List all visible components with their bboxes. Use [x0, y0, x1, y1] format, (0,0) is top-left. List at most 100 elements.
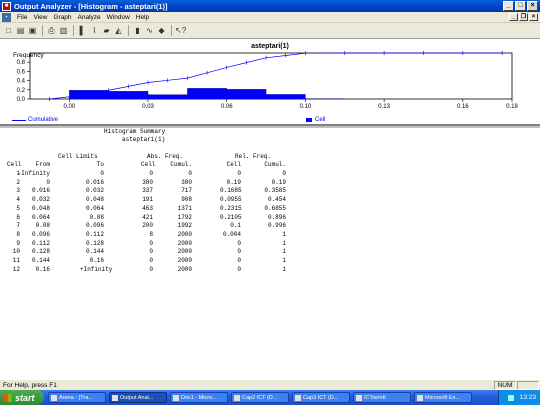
status-message: For Help, press F1: [3, 381, 57, 389]
task-output-analyzer[interactable]: Output Anal...: [109, 392, 167, 403]
table-cell: 8: [149, 230, 153, 238]
task-arena[interactable]: Arena - [Tra...: [48, 392, 106, 403]
table-cell: 1792: [177, 213, 192, 221]
app-icon[interactable]: ■: [2, 1, 11, 11]
column-header: To: [96, 161, 104, 168]
menu-bar: ▪ File View Graph Analyze Window Help _ …: [0, 12, 540, 23]
task-label: Cap2 ICT (D...: [242, 394, 278, 401]
table-cell: 380: [181, 178, 192, 186]
table-cell: 2000: [177, 257, 192, 264]
y-tick-label: 0.8: [17, 60, 26, 66]
document-restore-button[interactable]: ❐: [519, 13, 528, 21]
column-header: Cumul.: [170, 161, 192, 168]
menu-help[interactable]: Help: [133, 14, 152, 21]
task-excel[interactable]: Microsoft Ex...: [414, 392, 472, 403]
table-cell: 0: [46, 178, 50, 186]
document-icon[interactable]: ▪: [2, 12, 11, 22]
open-icon[interactable]: ▤: [15, 25, 26, 36]
minimize-button[interactable]: _: [503, 1, 514, 11]
table-cell: 908: [181, 196, 192, 204]
area-chart-icon[interactable]: ▰: [101, 25, 112, 36]
table-cell: 1: [282, 230, 286, 238]
table-cell: 0: [149, 257, 153, 264]
table-cell: 0: [149, 265, 153, 273]
title-bar[interactable]: ■ Output Analyzer - [Histogram - astepta…: [0, 0, 540, 12]
table-cell: 0.0955: [220, 196, 242, 204]
status-pane: [517, 380, 539, 390]
x-tick-label: 0.16: [457, 104, 469, 110]
word-app-icon: [295, 394, 301, 401]
start-button[interactable]: start: [0, 390, 44, 405]
table-cell: 1992: [177, 222, 192, 230]
table-cell: 0.016: [85, 178, 104, 186]
help-pointer-icon[interactable]: ↖?: [175, 25, 186, 36]
x-tick-label: 0.10: [300, 104, 312, 110]
x-tick-label: 0.13: [378, 104, 390, 110]
table-cell: 0: [149, 239, 153, 247]
document-close-button[interactable]: ×: [529, 13, 538, 21]
menu-window[interactable]: Window: [104, 14, 133, 21]
line-chart-icon[interactable]: ⌇: [89, 25, 100, 36]
system-tray: 13:23: [498, 390, 540, 405]
table-cell: 0.1685: [220, 187, 242, 195]
point-icon[interactable]: ◆: [156, 25, 167, 36]
menu-file[interactable]: File: [14, 14, 30, 21]
table-cell: 191: [142, 196, 153, 204]
tray-icon[interactable]: [507, 394, 514, 401]
task-ictsemii[interactable]: ICTsemII: [353, 392, 411, 403]
new-icon[interactable]: □: [3, 25, 14, 36]
menu-analyze[interactable]: Analyze: [75, 14, 104, 21]
table-cell: 337: [142, 187, 153, 195]
table-cell: 0.064: [85, 204, 104, 212]
print-preview-icon[interactable]: ▥: [58, 25, 69, 36]
maximize-button[interactable]: □: [515, 1, 526, 11]
save-icon[interactable]: ▣: [27, 25, 38, 36]
table-cell: -Infinity: [17, 170, 50, 177]
table-cell: 0: [237, 257, 241, 264]
print-icon[interactable]: ⎙: [46, 25, 57, 36]
table-cell: 0: [100, 170, 104, 177]
excel-app-icon: [417, 394, 423, 401]
table-cell: 200: [142, 222, 153, 230]
table-cell: 717: [181, 187, 192, 195]
table-cell: 0.016: [31, 187, 50, 195]
table-cell: 421: [142, 213, 153, 221]
table-cell: 0: [149, 170, 153, 177]
histogram-bar: [265, 94, 306, 100]
column-header: From: [35, 161, 50, 168]
table-cell: 0: [237, 265, 241, 273]
column-header: Cumul.: [264, 161, 286, 168]
task-doc1[interactable]: Doc1 - Micro...: [170, 392, 228, 403]
y-tick-label: 0.2: [17, 88, 26, 94]
task-cap2[interactable]: Cap2 ICT (D...: [231, 392, 289, 403]
table-cell: 2000: [177, 239, 192, 247]
table-cell: 0.454: [267, 196, 286, 204]
table-cell: 0: [237, 170, 241, 177]
taskbar: start Arena - [Tra... Output Anal... Doc…: [0, 390, 540, 405]
task-cap3[interactable]: Cap3 ICT (D...: [292, 392, 350, 403]
table-cell: 0.112: [85, 230, 104, 238]
menu-graph[interactable]: Graph: [50, 14, 74, 21]
y-tick-label: 0.4: [17, 79, 26, 85]
menu-view[interactable]: View: [30, 14, 50, 21]
output-analyzer-window: ■ Output Analyzer - [Histogram - astepta…: [0, 0, 540, 405]
table-cell: 380: [142, 178, 153, 186]
histogram-bar: [147, 94, 188, 100]
moving-average-icon[interactable]: ∿: [144, 25, 155, 36]
table-cell: 0.16: [35, 265, 50, 273]
table-cell: 0.064: [31, 213, 50, 221]
x-tick-label: 0.06: [221, 104, 233, 110]
header-cell-limits: Cell Limits: [58, 153, 98, 160]
bar-chart-icon[interactable]: ▌: [77, 25, 88, 36]
histogram-icon[interactable]: ▮: [132, 25, 143, 36]
table-cell: 0.6855: [264, 204, 286, 212]
table-cell: 0.128: [31, 248, 50, 256]
table-cell: 0.1: [230, 222, 241, 230]
table-cell: 0: [282, 170, 286, 177]
word-app-icon: [173, 394, 179, 401]
close-button[interactable]: ×: [527, 1, 538, 11]
window-title: Output Analyzer - [Histogram - asteptari…: [14, 1, 168, 11]
start-label: start: [15, 392, 35, 403]
document-minimize-button[interactable]: _: [509, 13, 518, 21]
line-graph-icon[interactable]: ◭: [113, 25, 124, 36]
